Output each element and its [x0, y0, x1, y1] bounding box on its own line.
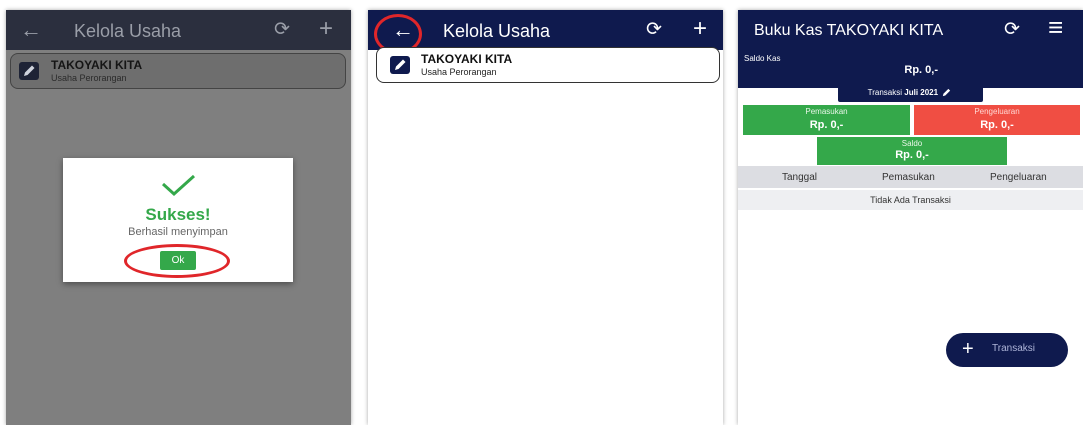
- page-title: Kelola Usaha: [74, 21, 182, 41]
- screen-kelola-usaha: ← Kelola Usaha ⟳ + TAKOYAKI KITA Usaha P…: [368, 10, 723, 425]
- month-value: Juli 2021: [904, 88, 939, 97]
- business-type: Usaha Perorangan: [51, 73, 127, 83]
- business-card[interactable]: TAKOYAKI KITA Usaha Perorangan: [376, 47, 720, 83]
- expense-label: Pengeluaran: [974, 107, 1020, 116]
- sync-icon[interactable]: ⟳: [274, 19, 290, 41]
- screen-buku-kas: Buku Kas TAKOYAKI KITA ⟳ ≡ Saldo Kas Rp.…: [738, 10, 1083, 425]
- column-pengeluaran: Pengeluaran: [990, 172, 1047, 183]
- app-bar: ← Kelola Usaha ⟳ +: [368, 10, 723, 54]
- dialog-title: Sukses!: [145, 205, 211, 224]
- plus-icon: +: [962, 338, 974, 360]
- app-bar: Buku Kas TAKOYAKI KITA ⟳ ≡: [738, 10, 1083, 50]
- fab-label: Transaksi: [992, 343, 1035, 354]
- add-icon[interactable]: +: [319, 16, 333, 42]
- business-card[interactable]: TAKOYAKI KITA Usaha Perorangan: [10, 53, 346, 89]
- page-title: Kelola Usaha: [443, 21, 551, 41]
- saldo-label: Saldo: [901, 139, 923, 148]
- highlight-circle: [124, 244, 230, 278]
- balance-label: Saldo Kas: [744, 54, 781, 63]
- business-name: TAKOYAKI KITA: [51, 58, 143, 72]
- dialog-message: Berhasil menyimpan: [128, 226, 228, 238]
- month-selector[interactable]: Transaksi Juli 2021: [838, 83, 983, 102]
- empty-state-text: Tidak Ada Transaksi: [738, 190, 1083, 210]
- balance-value: Rp. 0,-: [904, 64, 938, 76]
- app-bar: ← Kelola Usaha ⟳ +: [6, 10, 351, 50]
- sync-icon[interactable]: ⟳: [1004, 19, 1020, 41]
- table-header: Tanggal Pemasukan Pengeluaran: [738, 166, 1083, 188]
- screen-dialog-success: ← Kelola Usaha ⟳ + TAKOYAKI KITA Usaha P…: [6, 10, 351, 425]
- income-box: Pemasukan Rp. 0,-: [743, 105, 910, 135]
- saldo-value: Rp. 0,-: [895, 149, 929, 161]
- income-value: Rp. 0,-: [809, 119, 844, 131]
- month-prefix: Transaksi: [867, 88, 903, 97]
- column-pemasukan: Pemasukan: [882, 172, 935, 183]
- business-name: TAKOYAKI KITA: [421, 52, 513, 66]
- sync-icon[interactable]: ⟳: [646, 19, 662, 41]
- menu-icon[interactable]: ≡: [1048, 14, 1063, 40]
- add-transaction-button[interactable]: + Transaksi: [946, 333, 1068, 367]
- edit-pencil-icon: [943, 89, 951, 97]
- page-title: Buku Kas TAKOYAKI KITA: [754, 22, 944, 39]
- expense-value: Rp. 0,-: [980, 119, 1014, 131]
- edit-pencil-icon: [19, 62, 39, 80]
- success-dialog: Sukses! Berhasil menyimpan Ok: [63, 158, 293, 282]
- business-type: Usaha Perorangan: [421, 67, 497, 77]
- edit-pencil-icon: [390, 56, 410, 74]
- back-arrow-icon[interactable]: ←: [20, 17, 42, 43]
- checkmark-icon: [161, 174, 196, 197]
- expense-box: Pengeluaran Rp. 0,-: [914, 105, 1080, 135]
- saldo-box: Saldo Rp. 0,-: [817, 137, 1007, 165]
- income-label: Pemasukan: [805, 107, 848, 116]
- column-tanggal: Tanggal: [782, 172, 818, 183]
- add-icon[interactable]: +: [693, 16, 707, 42]
